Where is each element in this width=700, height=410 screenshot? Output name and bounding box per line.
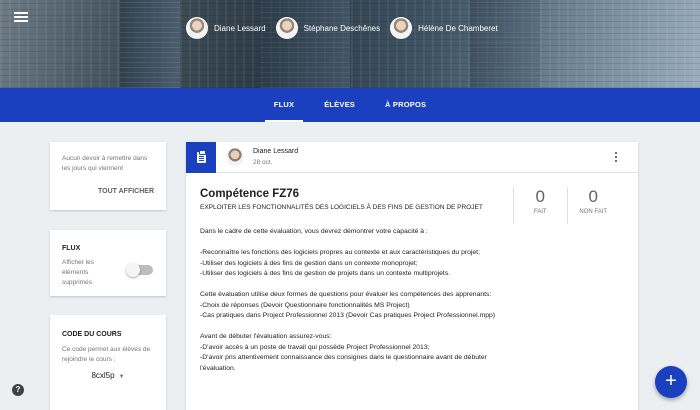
stat-not-done-count: 0 <box>588 187 598 206</box>
post-paragraph: -Reconnaître les fonctions des logiciels… <box>200 249 480 256</box>
teacher-name: Diane Lessard <box>214 23 266 33</box>
teacher-chip[interactable]: Diane Lessard <box>186 17 266 39</box>
stat-done[interactable]: 0 FAIT <box>514 187 567 224</box>
banner-building <box>120 0 180 88</box>
course-code-card: CODE DU COURS Ce code permet aux élèves … <box>50 315 166 410</box>
show-deleted-toggle[interactable] <box>126 263 153 277</box>
tab-bar: FLUX ÉLÈVES À PROPOS <box>0 88 700 122</box>
post-paragraph: Avant de débuter l'évaluation assurez-vo… <box>200 333 332 340</box>
post-paragraph <box>200 322 520 333</box>
teacher-chip[interactable]: Hélène De Chamberet <box>390 17 498 39</box>
stream-settings-card: FLUX Afficher les éléments supprimés <box>50 230 166 296</box>
upcoming-card: Aucun devoir à remettre dans les jours q… <box>50 142 166 210</box>
tab-a-propos[interactable]: À PROPOS <box>370 88 441 122</box>
post-header: Diane Lessard 28 oct. <box>186 142 638 173</box>
post-paragraph <box>200 280 520 291</box>
class-banner <box>0 0 700 88</box>
avatar <box>226 148 244 166</box>
more-vert-icon[interactable] <box>615 152 618 164</box>
show-deleted-label: Afficher les éléments supprimés <box>62 259 95 286</box>
avatar <box>186 17 208 39</box>
toggle-knob <box>126 263 140 277</box>
course-code-title: CODE DU COURS <box>62 331 122 338</box>
post-date: 28 oct. <box>253 159 273 166</box>
stat-not-done[interactable]: 0 NON FAIT <box>566 187 620 224</box>
course-code-value: 8cxl5p <box>91 371 115 380</box>
help-icon[interactable]: ? <box>12 384 24 396</box>
post-paragraph: Dans le cadre de cette évaluation, vous … <box>200 228 428 235</box>
post-body: Dans le cadre de cette évaluation, vous … <box>200 227 520 374</box>
teacher-name: Hélène De Chamberet <box>418 23 498 33</box>
banner-building <box>470 0 540 88</box>
caret-down-icon: ▼ <box>118 374 125 380</box>
tab-flux[interactable]: FLUX <box>259 88 309 122</box>
stat-not-done-label: NON FAIT <box>579 209 608 215</box>
post-paragraph: Cette évaluation utilise deux formes de … <box>200 291 492 298</box>
post-paragraph: -Cas pratiques dans Project Professionne… <box>200 312 496 319</box>
assignment-icon[interactable] <box>186 142 216 173</box>
view-all-button[interactable]: TOUT AFFICHER <box>98 188 154 195</box>
course-code-select[interactable]: 8cxl5p ▼ <box>50 365 166 380</box>
post-paragraph <box>200 238 520 249</box>
stat-done-count: 0 <box>535 187 545 206</box>
upcoming-message: Aucun devoir à remettre dans les jours q… <box>62 155 148 172</box>
stream-title: FLUX <box>62 245 81 252</box>
banner-building <box>260 0 350 88</box>
assignment-post: Diane Lessard 28 oct. Compétence FZ76 EX… <box>186 142 638 410</box>
post-paragraph: -Utiliser des logiciels à des fins de ge… <box>200 259 418 267</box>
teacher-name: Stéphane Deschênes <box>303 23 381 33</box>
post-subtitle: EXPLOITER LES FONCTIONNALITÉS DES LOGICI… <box>200 204 483 211</box>
submission-stats: 0 FAIT 0 NON FAIT <box>513 187 619 224</box>
plus-icon[interactable]: + <box>655 366 687 398</box>
menu-icon[interactable] <box>14 12 28 22</box>
stat-done-label: FAIT <box>533 209 547 215</box>
avatar <box>275 17 298 39</box>
post-paragraph: -D'avoir accès à un poste de travail qui… <box>200 343 430 351</box>
post-paragraph: -Choix de réponses (Devoir Questionnaire… <box>200 301 410 309</box>
post-paragraph: -Utiliser des logiciels à des fins de ge… <box>200 270 451 277</box>
post-author: Diane Lessard <box>253 148 299 155</box>
teacher-chip[interactable]: Stéphane Deschênes <box>275 17 381 39</box>
course-code-description: Ce code permet aux élèves de rejoindre l… <box>62 346 151 363</box>
teacher-list: Diane Lessard Stéphane Deschênes Hélène … <box>186 17 508 39</box>
tab-eleves[interactable]: ÉLÈVES <box>309 88 370 122</box>
post-title[interactable]: Compétence FZ76 <box>200 188 299 200</box>
avatar <box>390 17 413 39</box>
post-paragraph: -D'avoir pris attentivement connaissance… <box>200 354 489 372</box>
